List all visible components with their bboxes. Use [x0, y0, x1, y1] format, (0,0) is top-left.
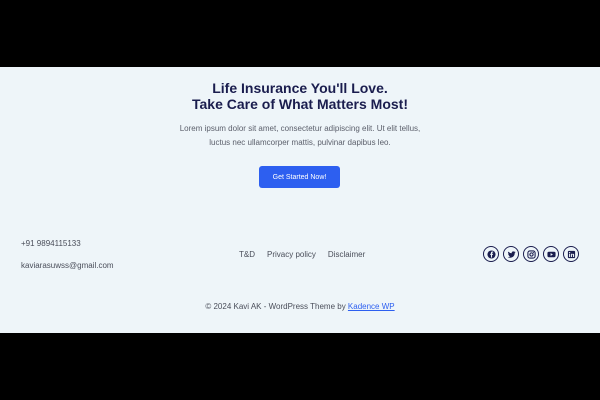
facebook-icon[interactable] [483, 246, 499, 262]
hero-description-line-1: Lorem ipsum dolor sit amet, consectetur … [179, 124, 421, 133]
footer-nav: T&D Privacy policy Disclaimer [239, 250, 365, 259]
linkedin-icon[interactable] [563, 246, 579, 262]
letterbox-bottom [0, 333, 600, 400]
email-address[interactable]: kaviarasuwss@gmail.com [21, 261, 114, 270]
hero-description-line-2: luctus nec ullamcorper mattis, pulvinar … [209, 138, 391, 147]
social-links [483, 246, 579, 262]
footer-link-privacy-policy[interactable]: Privacy policy [267, 250, 316, 259]
get-started-button[interactable]: Get Started Now! [259, 166, 340, 188]
kadence-wp-link[interactable]: Kadence WP [348, 302, 395, 311]
footer-link-td[interactable]: T&D [239, 250, 255, 259]
hero-title-line-2: Take Care of What Matters Most! [192, 96, 408, 112]
copyright-text: © 2024 Kavi AK - WordPress Theme by [205, 302, 348, 311]
instagram-icon[interactable] [523, 246, 539, 262]
phone-number[interactable]: +91 9894115133 [21, 239, 81, 248]
youtube-icon[interactable] [543, 246, 559, 262]
footer-link-disclaimer[interactable]: Disclaimer [328, 250, 365, 259]
letterbox-top [0, 0, 600, 67]
hero-description: Lorem ipsum dolor sit amet, consectetur … [150, 122, 450, 150]
copyright: © 2024 Kavi AK - WordPress Theme by Kade… [0, 302, 600, 311]
hero-title: Life Insurance You'll Love. Take Care of… [0, 80, 600, 112]
hero-title-line-1: Life Insurance You'll Love. [212, 80, 388, 96]
page: Life Insurance You'll Love. Take Care of… [0, 67, 600, 333]
twitter-icon[interactable] [503, 246, 519, 262]
